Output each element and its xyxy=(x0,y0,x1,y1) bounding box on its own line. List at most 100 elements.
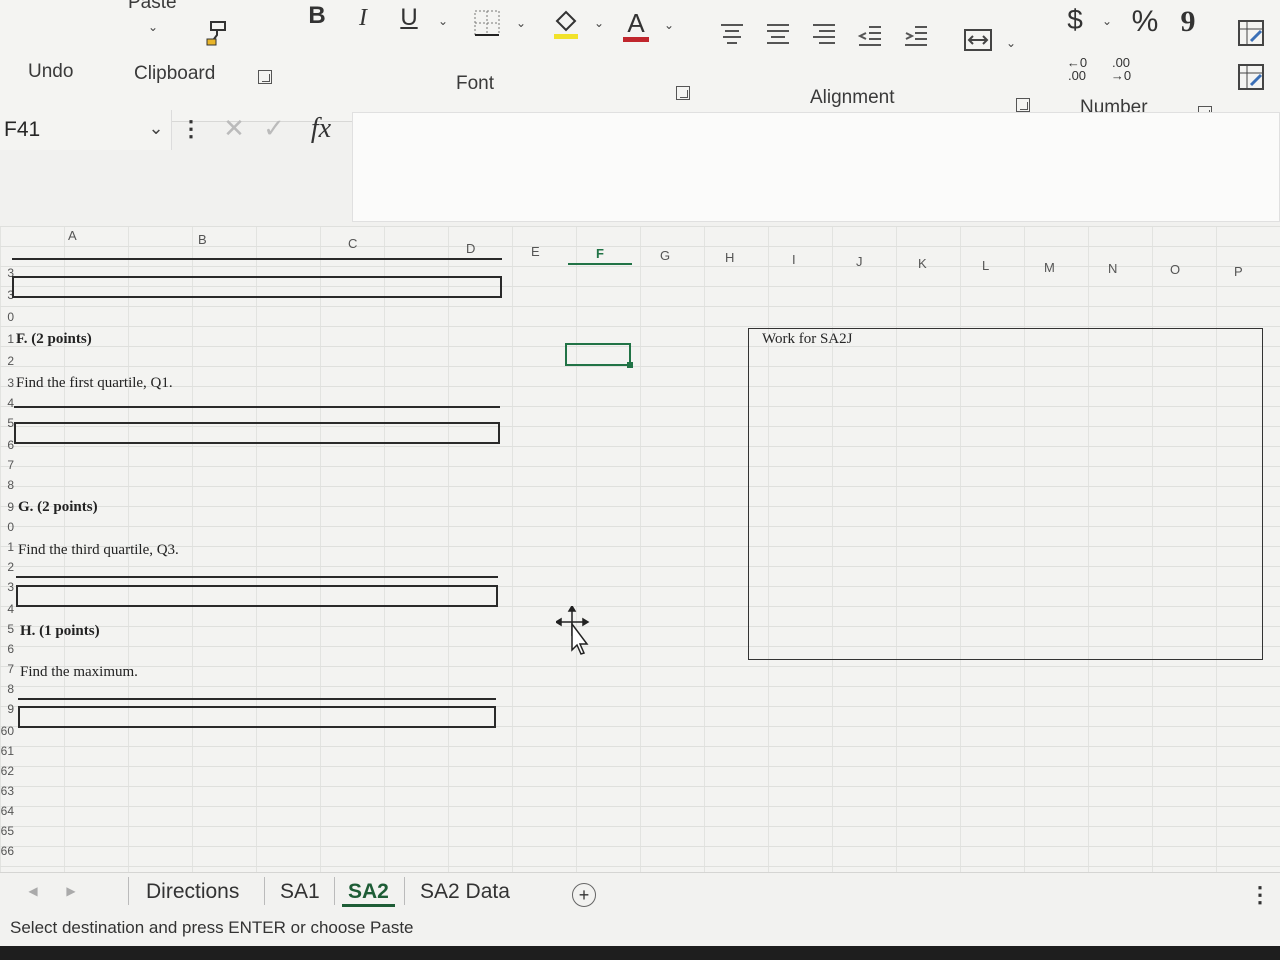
tab-sa1[interactable]: SA1 xyxy=(274,877,326,907)
confirm-entry-icon[interactable]: ✓ xyxy=(260,113,288,143)
move-cursor-icon xyxy=(554,604,592,658)
format-as-table-icon[interactable] xyxy=(1236,62,1266,92)
answer-box-h[interactable] xyxy=(18,706,496,728)
row-number[interactable]: 4 xyxy=(0,602,14,616)
row-number[interactable]: 8 xyxy=(0,478,14,492)
col-header-b[interactable]: B xyxy=(198,232,207,247)
col-header-c[interactable]: C xyxy=(348,236,357,251)
row-number[interactable]: 6 xyxy=(0,642,14,656)
col-header-i[interactable]: I xyxy=(792,252,796,267)
increase-indent-icon[interactable] xyxy=(902,22,930,50)
answer-box-g-rule xyxy=(16,576,498,578)
row-number[interactable]: 65 xyxy=(0,824,14,838)
answer-box-g[interactable] xyxy=(16,585,498,607)
row-number[interactable]: 1 xyxy=(0,540,14,554)
decrease-indent-icon[interactable] xyxy=(856,22,884,50)
row-number[interactable]: 60 xyxy=(0,724,14,738)
row-number[interactable]: 3 xyxy=(0,580,14,594)
col-header-p[interactable]: P xyxy=(1234,264,1243,279)
work-area-box[interactable] xyxy=(748,328,1263,660)
fill-color-dropdown-icon[interactable]: ⌄ xyxy=(592,16,606,30)
percent-button[interactable]: % xyxy=(1128,5,1162,38)
font-color-icon[interactable]: A xyxy=(620,6,652,44)
row-number[interactable]: 66 xyxy=(0,844,14,858)
col-header-e[interactable]: E xyxy=(531,244,540,259)
name-box-dropdown-icon[interactable]: ⌄ xyxy=(146,118,166,138)
format-painter-icon[interactable] xyxy=(200,18,234,48)
row-number[interactable]: 9 xyxy=(0,500,14,514)
borders-dropdown-icon[interactable]: ⌄ xyxy=(514,16,528,30)
row-number[interactable]: 5 xyxy=(0,622,14,636)
tab-directions[interactable]: Directions xyxy=(140,877,245,907)
paste-dropdown-chevron-icon[interactable]: ⌄ xyxy=(146,20,160,34)
col-header-d[interactable]: D xyxy=(466,241,475,256)
tab-sa2-data[interactable]: SA2 Data xyxy=(414,877,516,907)
answer-box-f[interactable] xyxy=(14,422,500,444)
paste-label[interactable]: Paste xyxy=(128,0,177,14)
clipboard-launcher-icon[interactable] xyxy=(258,70,272,84)
row-number[interactable]: 5 xyxy=(0,416,14,430)
tab-divider xyxy=(128,877,129,905)
merge-dropdown-icon[interactable]: ⌄ xyxy=(1004,36,1018,50)
col-header-m[interactable]: M xyxy=(1044,260,1055,275)
col-header-f[interactable]: F xyxy=(596,246,604,261)
col-header-a[interactable]: A xyxy=(68,228,77,243)
align-top-icon[interactable] xyxy=(718,20,746,48)
sheet-options-icon[interactable]: ⋮ xyxy=(1249,882,1271,907)
currency-button[interactable]: $ xyxy=(1062,4,1088,36)
row-number[interactable]: 7 xyxy=(0,662,14,676)
font-color-dropdown-icon[interactable]: ⌄ xyxy=(662,18,676,32)
merge-center-icon[interactable] xyxy=(962,26,994,54)
col-header-j[interactable]: J xyxy=(856,254,863,269)
increase-decimal-button[interactable]: ←0 .00 xyxy=(1058,54,1096,84)
col-header-o[interactable]: O xyxy=(1170,262,1180,277)
scroll-tabs-left-icon[interactable]: ◀ xyxy=(26,881,40,901)
answer-box-e[interactable] xyxy=(12,276,502,298)
row-number[interactable]: 8 xyxy=(0,682,14,696)
row-number[interactable]: 62 xyxy=(0,764,14,778)
conditional-formatting-icon[interactable] xyxy=(1236,18,1266,48)
col-header-g[interactable]: G xyxy=(660,248,670,263)
row-number[interactable]: 64 xyxy=(0,804,14,818)
col-header-h[interactable]: H xyxy=(725,250,734,265)
row-number[interactable]: 2 xyxy=(0,354,14,368)
font-launcher-icon[interactable] xyxy=(676,86,690,100)
italic-button[interactable]: I xyxy=(350,4,376,32)
align-middle-icon[interactable] xyxy=(764,20,792,48)
row-number[interactable]: 4 xyxy=(0,396,14,410)
col-header-k[interactable]: K xyxy=(918,256,927,271)
scroll-tabs-right-icon[interactable]: ▶ xyxy=(64,881,78,901)
comma-style-button[interactable]: 9 xyxy=(1176,5,1200,38)
currency-dropdown-icon[interactable]: ⌄ xyxy=(1100,14,1114,28)
row-number[interactable]: 9 xyxy=(0,702,14,716)
tab-sa2[interactable]: SA2 xyxy=(342,877,395,907)
row-number[interactable]: 6 xyxy=(0,438,14,452)
formula-input[interactable] xyxy=(352,112,1280,222)
row-number[interactable]: 1 xyxy=(0,332,14,346)
row-number[interactable]: 2 xyxy=(0,560,14,574)
borders-icon[interactable] xyxy=(472,8,502,38)
add-sheet-button[interactable]: + xyxy=(572,883,596,907)
fill-color-icon[interactable] xyxy=(550,6,582,42)
cancel-entry-icon[interactable]: ✕ xyxy=(220,113,248,143)
decrease-decimal-button[interactable]: .00 →0 xyxy=(1102,54,1140,84)
active-cell-f41[interactable] xyxy=(565,343,633,368)
more-options-icon[interactable]: ⋮ xyxy=(180,116,202,142)
insert-function-button[interactable]: fx xyxy=(304,112,338,146)
bold-button[interactable]: B xyxy=(304,2,330,30)
row-number[interactable]: 63 xyxy=(0,784,14,798)
col-header-l[interactable]: L xyxy=(982,258,989,273)
row-number[interactable]: 61 xyxy=(0,744,14,758)
font-color-letter: A xyxy=(627,7,645,38)
row-number[interactable]: 3 xyxy=(0,376,14,390)
question-h-text: Find the maximum. xyxy=(20,664,138,680)
row-number[interactable]: 0 xyxy=(0,520,14,534)
answer-box-top-rule xyxy=(12,258,502,260)
undo-label[interactable]: Undo xyxy=(28,61,73,83)
underline-button[interactable]: U xyxy=(396,4,422,32)
row-number[interactable]: 0 xyxy=(0,310,14,324)
col-header-n[interactable]: N xyxy=(1108,261,1117,276)
align-bottom-icon[interactable] xyxy=(810,20,838,48)
row-number[interactable]: 7 xyxy=(0,458,14,472)
underline-dropdown-icon[interactable]: ⌄ xyxy=(436,14,450,28)
